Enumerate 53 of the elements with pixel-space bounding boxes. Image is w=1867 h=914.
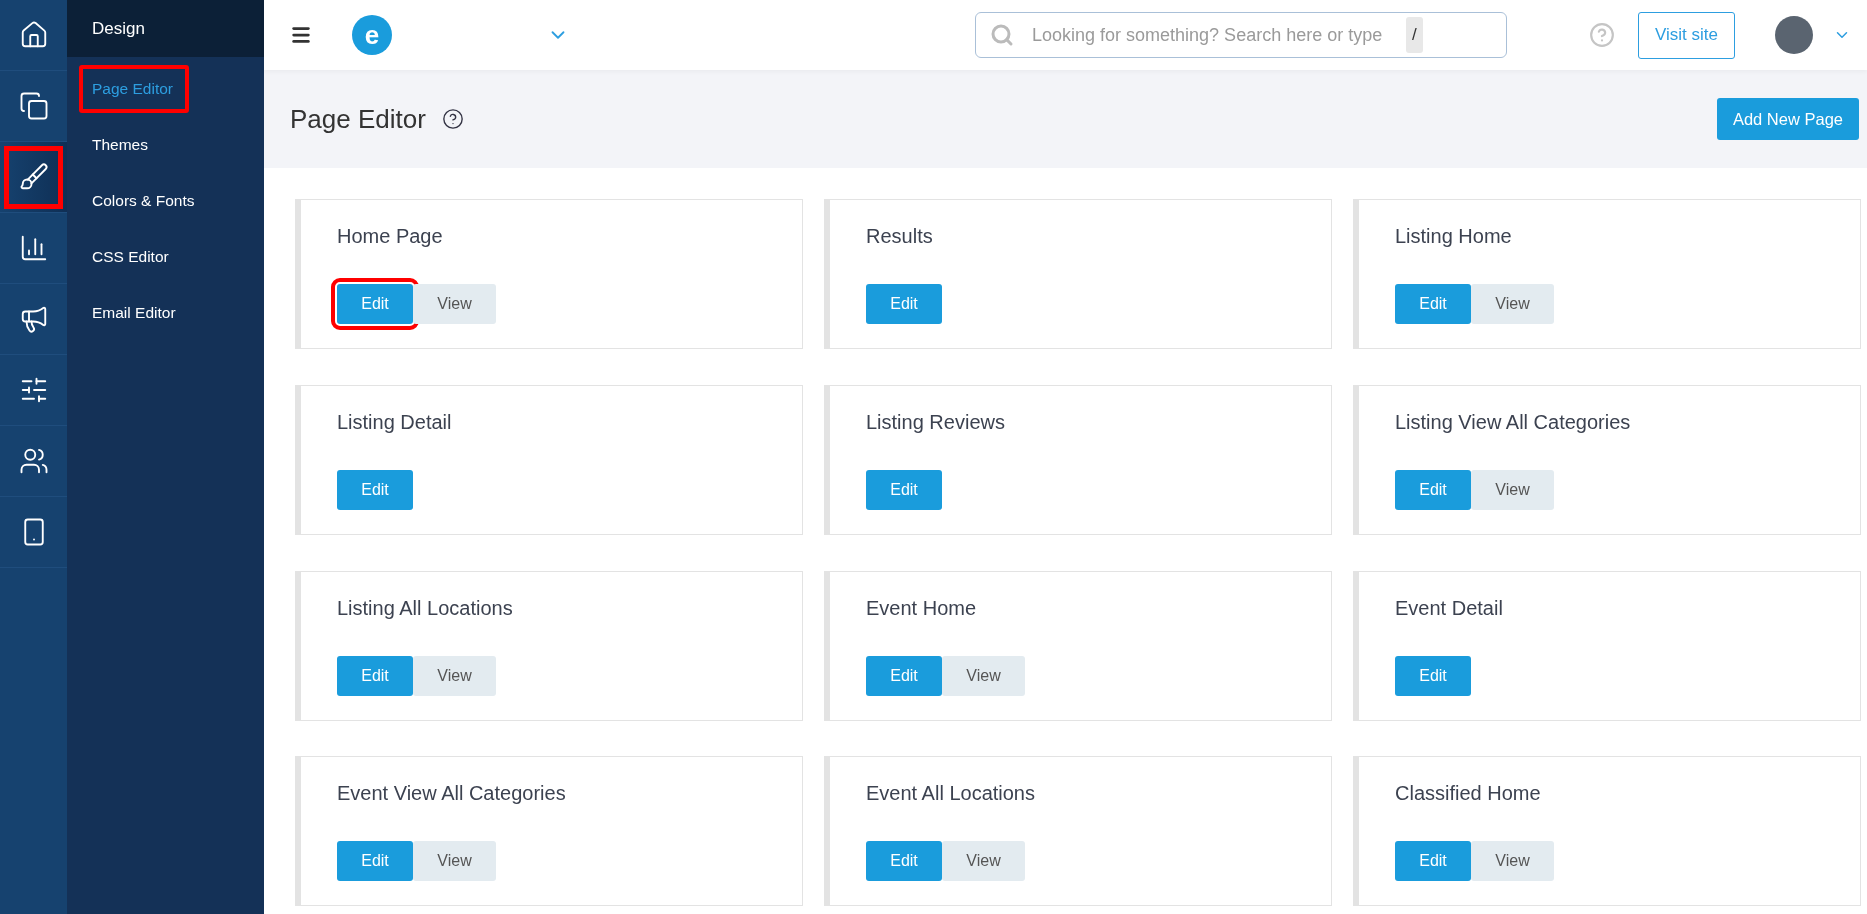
card-title: Results <box>866 225 934 248</box>
edit-button[interactable]: Edit <box>1395 841 1471 882</box>
card-title: Listing Detail <box>337 410 453 434</box>
view-button[interactable]: View <box>413 841 496 882</box>
card-title: Listing All Locations <box>337 596 514 620</box>
view-button[interactable]: View <box>942 655 1025 696</box>
edit-button[interactable]: Edit <box>866 841 942 882</box>
card-title: Listing View All Categories <box>1395 410 1632 434</box>
search-icon <box>990 23 1014 47</box>
pages-icon <box>18 91 49 121</box>
visit-site-button[interactable]: Visit site <box>1638 11 1735 59</box>
avatar[interactable] <box>1775 16 1813 54</box>
section-title: Design <box>67 0 264 57</box>
card-title: Event View All Categories <box>337 782 567 806</box>
card-title: Event Home <box>866 596 978 620</box>
subnav-item[interactable]: Colors & Fonts <box>79 177 211 225</box>
help-icon <box>1589 22 1615 48</box>
card-title: Listing Home <box>1395 225 1513 248</box>
view-button[interactable]: View <box>942 841 1025 882</box>
card-title: Event Detail <box>1395 596 1504 620</box>
help-button[interactable] <box>441 108 464 130</box>
edit-button[interactable]: Edit <box>866 469 942 510</box>
subnav-item[interactable]: Email Editor <box>79 289 192 337</box>
view-button[interactable]: View <box>1471 469 1554 510</box>
edit-button[interactable]: Edit <box>1395 655 1471 696</box>
users-icon <box>18 446 49 476</box>
edit-button[interactable]: Edit <box>866 655 942 696</box>
card-title: Event All Locations <box>866 782 1036 806</box>
subnav-item[interactable]: CSS Editor <box>79 233 185 281</box>
edit-button[interactable]: Edit <box>1395 284 1471 324</box>
card-title: Classified Home <box>1395 782 1542 806</box>
menu-button[interactable] <box>290 24 312 46</box>
view-button[interactable]: View <box>413 655 496 696</box>
view-button[interactable]: View <box>1471 284 1554 324</box>
edit-button[interactable]: Edit <box>337 841 413 882</box>
help-icon <box>441 108 464 130</box>
edit-button[interactable]: Edit <box>866 284 942 324</box>
add-page-button[interactable]: Add New Page <box>1716 98 1859 140</box>
view-button[interactable]: View <box>1471 841 1554 882</box>
view-button[interactable]: View <box>413 284 496 324</box>
edit-button[interactable]: Edit <box>1395 469 1471 510</box>
logo: e <box>352 15 392 55</box>
edit-button[interactable]: Edit <box>337 655 413 696</box>
search-bar[interactable]: Looking for something? Search here or type / <box>975 12 1507 58</box>
brush-icon <box>18 162 49 192</box>
page-title: Page Editor <box>290 103 426 135</box>
subnav-item[interactable]: Themes <box>79 121 164 169</box>
card-title: Listing Reviews <box>866 410 1006 434</box>
shortcut-key: / <box>1406 17 1423 53</box>
subnav-item[interactable]: Page Editor <box>79 65 189 113</box>
card-title: Home Page <box>337 225 444 248</box>
edit-button[interactable]: Edit <box>337 469 413 510</box>
menu-icon <box>290 24 312 46</box>
